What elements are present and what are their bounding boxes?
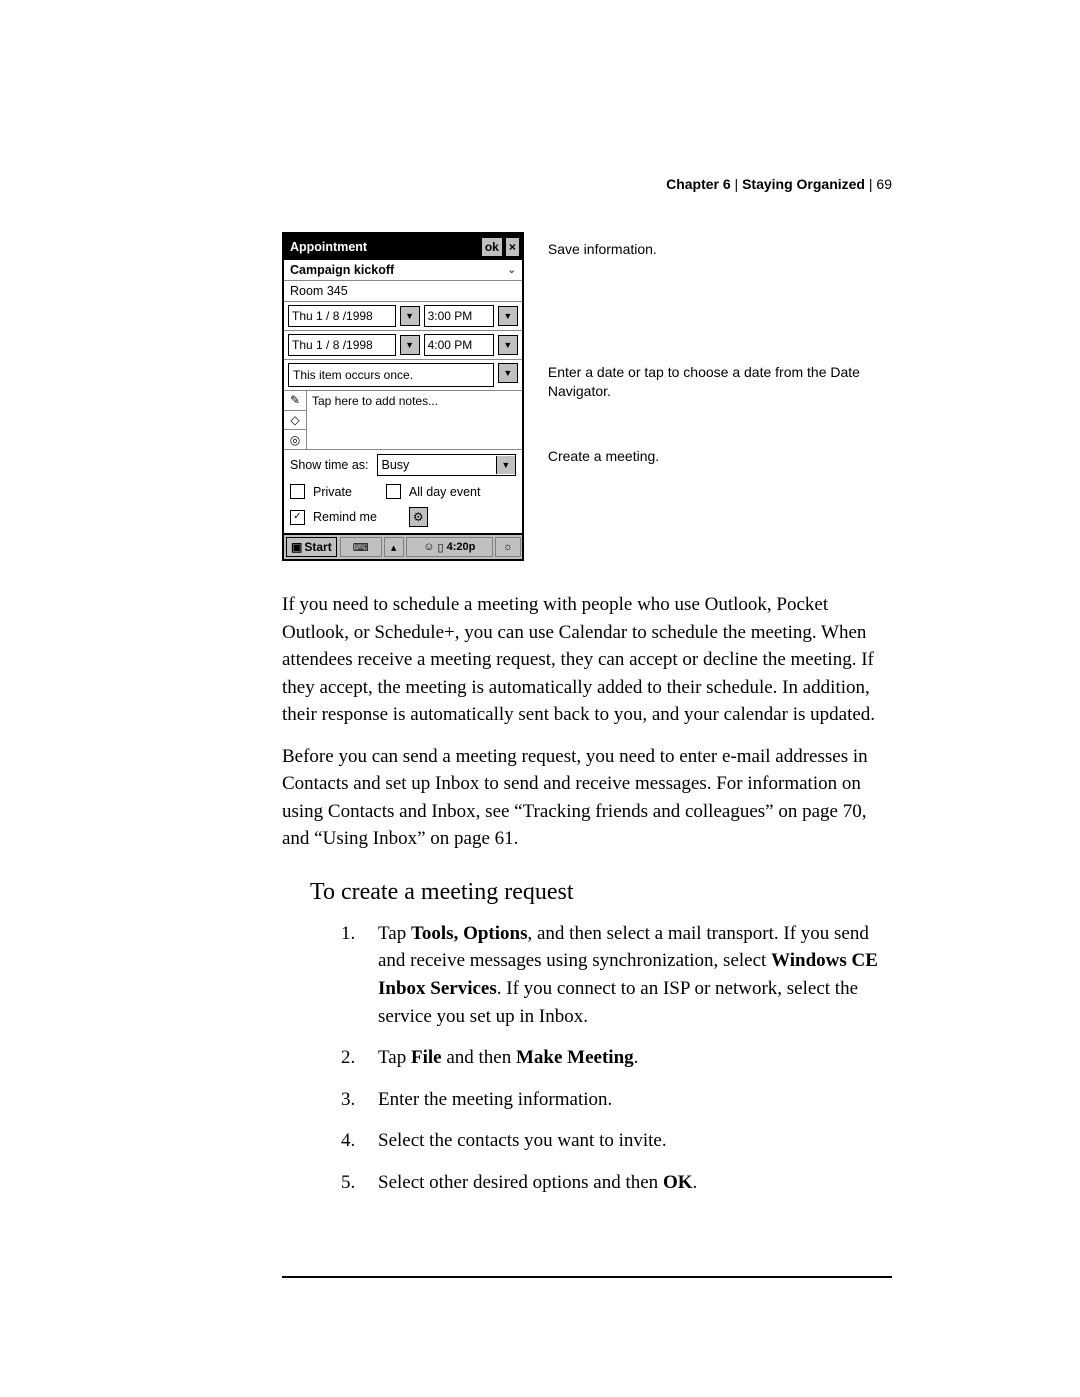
- window-title: Appointment: [286, 240, 479, 254]
- end-time-dropdown[interactable]: ▼: [498, 335, 518, 355]
- figure: Appointment ok × Campaign kickoff ⌄ Room…: [282, 232, 892, 561]
- end-date-input[interactable]: Thu 1 / 8 /1998: [288, 334, 396, 356]
- eraser-icon[interactable]: ◇: [284, 411, 306, 431]
- end-date-dropdown[interactable]: ▼: [400, 335, 420, 355]
- start-datetime-row: Thu 1 / 8 /1998 ▼ 3:00 PM ▼: [284, 302, 522, 331]
- notes-icon[interactable]: ✎: [284, 391, 306, 411]
- start-button[interactable]: ▣ Start: [286, 537, 337, 557]
- meeting-icon[interactable]: ◎: [284, 430, 306, 449]
- system-tray[interactable]: ☺ ▯ 4:20p: [406, 537, 493, 557]
- taskbar: ▣ Start ⌨ ▴ ☺ ▯ 4:20p ☼: [284, 533, 522, 559]
- end-time-input[interactable]: 4:00 PM: [424, 334, 494, 356]
- start-time-input[interactable]: 3:00 PM: [424, 305, 494, 327]
- notes-area: ✎ ◇ ◎ Tap here to add notes...: [284, 390, 522, 450]
- footer-rule: [282, 1276, 892, 1278]
- callout-date-navigator: Enter a date or tap to choose a date fro…: [548, 363, 892, 401]
- private-checkbox[interactable]: [290, 484, 305, 499]
- start-time-dropdown[interactable]: ▼: [498, 306, 518, 326]
- show-time-select[interactable]: Busy ▼: [377, 454, 516, 476]
- tray-icon: ☺: [423, 541, 434, 553]
- remind-row: ✓ Remind me ⚙: [284, 503, 522, 533]
- location-field[interactable]: Room 345: [284, 281, 522, 302]
- ok-button[interactable]: ok: [481, 237, 503, 257]
- subject-value: Campaign kickoff: [290, 263, 394, 277]
- clock: 4:20p: [447, 541, 476, 553]
- callout-create-meeting: Create a meeting.: [548, 447, 892, 466]
- taskbar-up-icon[interactable]: ▴: [384, 537, 404, 557]
- step-4: Select the contacts you want to invite.: [360, 1127, 892, 1155]
- remind-label: Remind me: [313, 510, 377, 524]
- keyboard-icon[interactable]: ⌨: [340, 537, 382, 557]
- step-3: Enter the meeting information.: [360, 1086, 892, 1114]
- appointment-window: Appointment ok × Campaign kickoff ⌄ Room…: [282, 232, 524, 561]
- show-time-label: Show time as:: [290, 458, 369, 472]
- windows-icon: ▣: [291, 540, 302, 554]
- reminder-options-button[interactable]: ⚙: [409, 507, 428, 527]
- titlebar: Appointment ok ×: [284, 234, 522, 260]
- steps-list: Tap Tools, Options, and then select a ma…: [282, 920, 892, 1196]
- recurrence-row: This item occurs once. ▼: [284, 360, 522, 390]
- location-value: Room 345: [290, 284, 348, 298]
- end-datetime-row: Thu 1 / 8 /1998 ▼ 4:00 PM ▼: [284, 331, 522, 360]
- step-1: Tap Tools, Options, and then select a ma…: [360, 920, 892, 1030]
- recurrence-input[interactable]: This item occurs once.: [288, 363, 494, 387]
- section-heading: To create a meeting request: [310, 879, 892, 906]
- allday-label: All day event: [409, 485, 481, 499]
- desktop-icon[interactable]: ☼: [495, 537, 521, 557]
- start-date-dropdown[interactable]: ▼: [400, 306, 420, 326]
- figure-callouts: Save information. Enter a date or tap to…: [548, 232, 892, 466]
- header-chapter: Chapter 6: [666, 176, 731, 192]
- chevron-down-icon: ⌄: [507, 265, 515, 276]
- document-page: Chapter 6 | Staying Organized | 69 Appoi…: [282, 176, 892, 1286]
- step-5: Select other desired options and then OK…: [360, 1169, 892, 1197]
- start-date-input[interactable]: Thu 1 / 8 /1998: [288, 305, 396, 327]
- show-time-row: Show time as: Busy ▼: [284, 450, 522, 480]
- page-header: Chapter 6 | Staying Organized | 69: [282, 176, 892, 192]
- remind-checkbox[interactable]: ✓: [290, 510, 305, 525]
- notes-input[interactable]: Tap here to add notes...: [307, 391, 522, 449]
- chevron-down-icon: ▼: [496, 456, 515, 474]
- header-page-number: 69: [876, 176, 892, 192]
- subject-field[interactable]: Campaign kickoff ⌄: [284, 260, 522, 281]
- paragraph-1: If you need to schedule a meeting with p…: [282, 591, 892, 729]
- private-allday-row: Private All day event: [284, 480, 522, 503]
- notes-tool-column: ✎ ◇ ◎: [284, 391, 307, 449]
- private-label: Private: [313, 485, 352, 499]
- callout-save: Save information.: [548, 240, 892, 259]
- close-button[interactable]: ×: [505, 237, 520, 257]
- step-2: Tap File and then Make Meeting.: [360, 1044, 892, 1072]
- allday-checkbox[interactable]: [386, 484, 401, 499]
- battery-icon: ▯: [437, 541, 443, 554]
- recurrence-dropdown[interactable]: ▼: [498, 363, 518, 383]
- paragraph-2: Before you can send a meeting request, y…: [282, 743, 892, 853]
- header-title: Staying Organized: [742, 176, 865, 192]
